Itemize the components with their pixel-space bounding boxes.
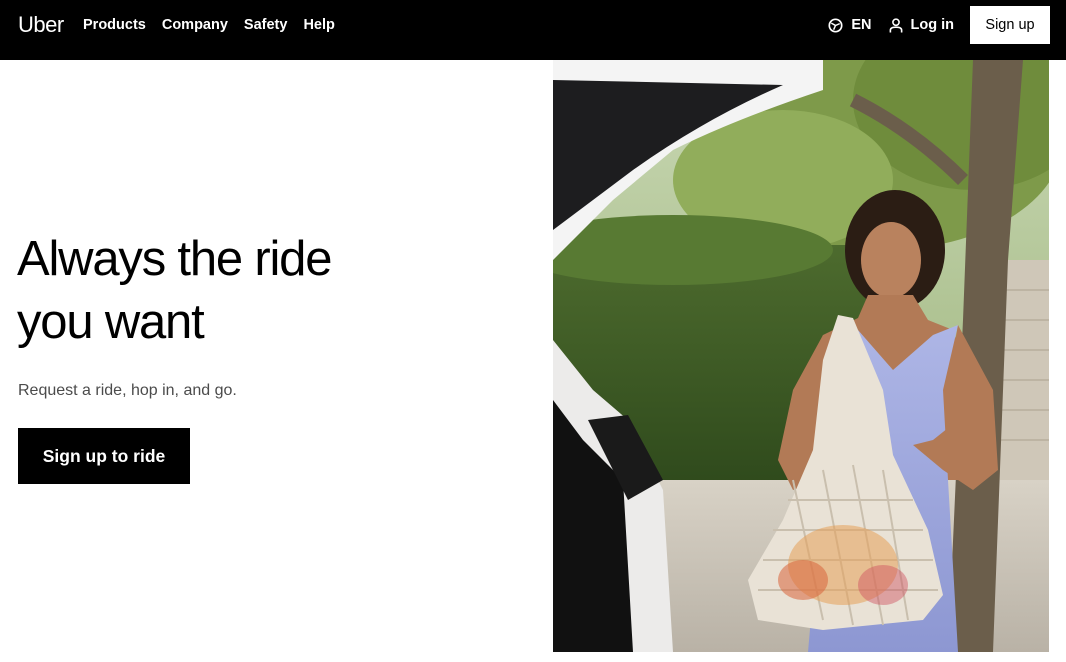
hero-title-line1: Always the ride [17,232,332,286]
nav-help[interactable]: Help [303,17,334,33]
account-nav: EN Log in Sign up [828,6,1050,44]
hero-photo [553,60,1049,652]
nav-company[interactable]: Company [162,17,228,33]
nav-products[interactable]: Products [83,17,146,33]
signup-to-ride-button[interactable]: Sign up to ride [18,428,190,484]
login-link[interactable]: Log in [889,17,955,33]
user-icon [889,17,902,33]
hero-photo-illustration [553,60,1049,652]
hero-subtitle: Request a ride, hop in, and go. [18,382,237,399]
nav-safety[interactable]: Safety [244,17,288,33]
language-label: EN [851,17,872,33]
hero-title-line2: you want [17,295,205,349]
globe-icon [828,17,843,33]
uber-logo[interactable]: Uber [18,12,64,38]
primary-nav: Products Company Safety Help [83,17,351,33]
login-label: Log in [910,17,955,33]
language-selector[interactable]: EN [828,17,872,33]
top-navigation: Uber Products Company Safety Help EN Log… [0,0,1066,60]
scrollbar-track[interactable] [1049,60,1066,662]
signup-button[interactable]: Sign up [970,6,1050,44]
hero-title: Always the ride you want [17,228,517,354]
